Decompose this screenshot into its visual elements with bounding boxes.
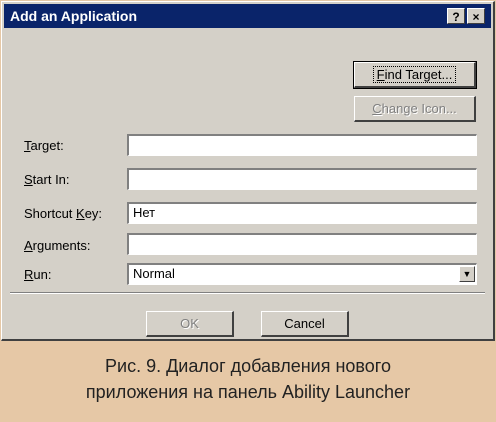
run-select-value: Normal [133, 266, 175, 281]
arguments-label: Arguments: [24, 238, 91, 253]
find-target-button[interactable]: Find Target... [353, 61, 477, 89]
ok-button[interactable]: OK [146, 311, 234, 337]
caption-line-2: приложения на панель Ability Launcher [85, 382, 411, 402]
separator [10, 292, 485, 294]
help-icon: ? [452, 10, 460, 24]
change-icon-label: Change Icon... [372, 101, 457, 116]
run-label: Run: [24, 267, 52, 282]
arguments-input[interactable] [127, 233, 477, 255]
ok-label: OK [180, 316, 199, 331]
cancel-button[interactable]: Cancel [261, 311, 349, 337]
target-label: Target: [24, 138, 64, 153]
change-icon-button[interactable]: Change Icon... [354, 96, 476, 122]
close-button[interactable]: × [467, 8, 485, 24]
start-in-input[interactable] [127, 168, 477, 190]
dialog-title: Add an Application [10, 8, 138, 24]
chevron-down-icon: ▼ [462, 269, 472, 279]
shortcut-key-input[interactable]: Нет [127, 202, 477, 224]
shortcut-key-label: Shortcut Key: [24, 206, 103, 221]
add-application-dialog: Add an Application ? × Find Target... Ch… [1, 1, 495, 341]
close-icon: × [472, 10, 480, 24]
caption-line-1: Рис. 9. Диалог добавления нового [105, 356, 391, 376]
target-input[interactable] [127, 134, 477, 156]
start-in-label: Start In: [24, 172, 70, 187]
cancel-label: Cancel [284, 316, 325, 331]
run-select[interactable]: Normal ▼ [127, 263, 477, 285]
figure-caption: Рис. 9. Диалог добавления нового приложе… [2, 353, 494, 405]
dropdown-arrow-button[interactable]: ▼ [459, 266, 475, 282]
title-bar: Add an Application ? × [4, 4, 491, 28]
find-target-label: Find Target... [372, 66, 457, 83]
help-button[interactable]: ? [447, 8, 465, 24]
